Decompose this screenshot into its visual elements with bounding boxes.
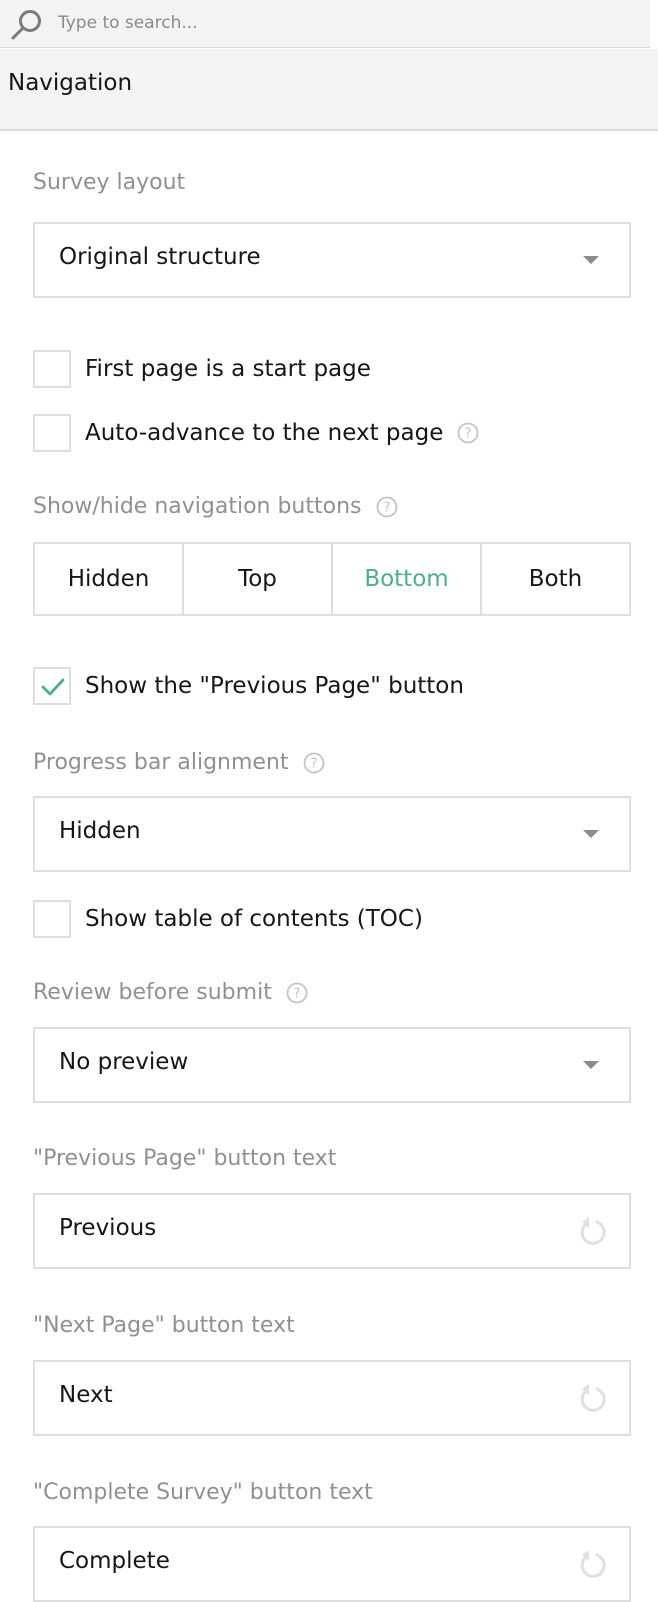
checkmark-icon <box>41 678 65 696</box>
nav-option-both[interactable]: Both <box>482 544 629 614</box>
nav-option-hidden[interactable]: Hidden <box>35 544 184 614</box>
question-circle-icon[interactable]: ? <box>303 752 325 774</box>
survey-layout-value: Original structure <box>59 244 261 270</box>
complete-text-value: Complete <box>59 1548 170 1574</box>
auto-advance-label: Auto-advance to the next page <box>85 420 444 446</box>
svg-text:?: ? <box>310 756 317 771</box>
nav-buttons-label-text: Show/hide navigation buttons <box>33 494 362 519</box>
reset-icon[interactable] <box>575 1548 607 1582</box>
question-circle-icon[interactable]: ? <box>376 496 398 518</box>
complete-text-label-text: "Complete Survey" button text <box>33 1480 373 1505</box>
first-page-start-label: First page is a start page <box>85 356 371 382</box>
section-title: Navigation <box>8 70 133 96</box>
progress-bar-value: Hidden <box>59 818 141 844</box>
review-before-submit-value: No preview <box>59 1049 189 1075</box>
auto-advance-checkbox[interactable] <box>33 414 71 452</box>
next-text-input[interactable]: Next <box>33 1360 631 1436</box>
scroll-gutter <box>650 0 658 48</box>
question-circle-icon[interactable]: ? <box>457 422 479 444</box>
svg-text:?: ? <box>465 427 472 442</box>
show-toc-row[interactable]: Show table of contents (TOC) <box>33 899 423 939</box>
survey-layout-label: Survey layout <box>33 170 185 195</box>
search-icon <box>11 10 41 40</box>
review-before-submit-dropdown[interactable]: No preview <box>33 1027 631 1103</box>
progress-bar-dropdown[interactable]: Hidden <box>33 796 631 872</box>
section-header-navigation[interactable]: Navigation <box>0 49 658 131</box>
show-toc-checkbox[interactable] <box>33 900 71 938</box>
show-prev-button-row[interactable]: Show the "Previous Page" button <box>33 666 464 706</box>
progress-bar-label: Progress bar alignment ? <box>33 750 325 775</box>
next-text-label: "Next Page" button text <box>33 1313 295 1338</box>
prev-text-value: Previous <box>59 1215 157 1241</box>
survey-layout-label-text: Survey layout <box>33 170 186 195</box>
search-input[interactable] <box>58 9 618 37</box>
complete-text-label: "Complete Survey" button text <box>33 1480 373 1505</box>
progress-bar-label-text: Progress bar alignment <box>33 750 289 775</box>
question-circle-icon[interactable]: ? <box>286 982 308 1004</box>
nav-option-top[interactable]: Top <box>184 544 333 614</box>
first-page-start-row[interactable]: First page is a start page <box>33 349 371 389</box>
reset-icon[interactable] <box>575 1215 607 1249</box>
review-before-submit-label: Review before submit ? <box>33 980 308 1005</box>
nav-option-bottom[interactable]: Bottom <box>333 544 482 614</box>
complete-text-input[interactable]: Complete <box>33 1526 631 1602</box>
svg-text:?: ? <box>293 986 300 1001</box>
svg-text:?: ? <box>383 500 390 515</box>
nav-buttons-label: Show/hide navigation buttons ? <box>33 494 398 519</box>
reset-icon[interactable] <box>575 1382 607 1416</box>
review-before-submit-label-text: Review before submit <box>33 980 272 1005</box>
chevron-down-icon <box>583 1061 599 1069</box>
prev-text-input[interactable]: Previous <box>33 1193 631 1269</box>
search-bar <box>0 0 650 48</box>
show-prev-button-label: Show the "Previous Page" button <box>85 673 464 699</box>
next-text-label-text: "Next Page" button text <box>33 1313 295 1338</box>
show-toc-label: Show table of contents (TOC) <box>85 906 423 932</box>
chevron-down-icon <box>583 830 599 838</box>
show-prev-button-checkbox[interactable] <box>33 667 71 705</box>
prev-text-label: "Previous Page" button text <box>33 1146 336 1171</box>
nav-buttons-segmented-control: Hidden Top Bottom Both <box>33 542 631 616</box>
survey-layout-dropdown[interactable]: Original structure <box>33 222 631 298</box>
chevron-down-icon <box>583 256 599 264</box>
prev-text-label-text: "Previous Page" button text <box>33 1146 337 1171</box>
auto-advance-row[interactable]: Auto-advance to the next page ? <box>33 413 479 453</box>
first-page-start-checkbox[interactable] <box>33 350 71 388</box>
next-text-value: Next <box>59 1382 113 1408</box>
